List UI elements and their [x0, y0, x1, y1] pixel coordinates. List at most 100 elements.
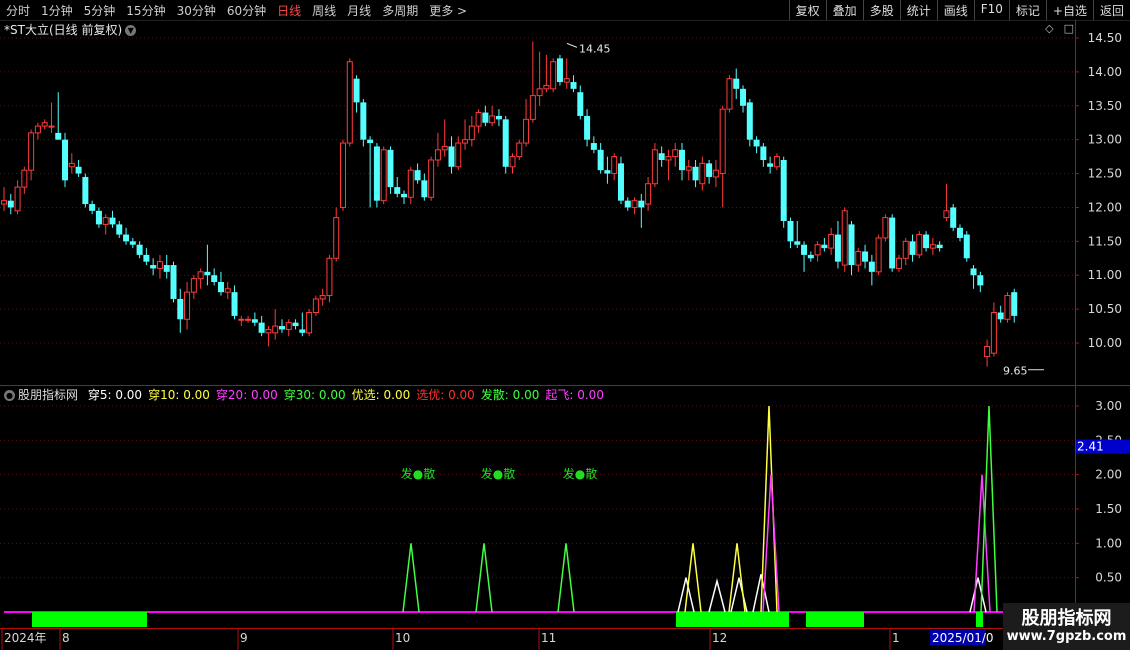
- chart-canvas[interactable]: 14.5014.0013.5013.0012.5012.0011.5011.00…: [0, 0, 1130, 650]
- candle-body-up: [28, 132, 35, 171]
- price-tick-label: 13.00: [1088, 133, 1122, 147]
- candle-body-up: [312, 298, 319, 314]
- candle-body-down: [760, 146, 767, 160]
- candle-body-down: [75, 166, 82, 174]
- candle-body-up: [651, 149, 658, 185]
- candle-body-down: [584, 115, 591, 140]
- chevron-down-icon[interactable]: ▼: [125, 25, 137, 36]
- candle-body-up: [455, 142, 462, 168]
- candle-body-up: [102, 217, 109, 225]
- indicator-menu-icon[interactable]: ●: [4, 390, 15, 401]
- candle-body-up: [272, 325, 279, 334]
- cursor-date-label: 2025/01/0: [932, 631, 994, 645]
- candle-body-down: [753, 139, 760, 147]
- candle-body-down: [977, 275, 984, 286]
- price-tick-label: 10.50: [1088, 302, 1122, 316]
- candle-body-down: [638, 200, 645, 208]
- watermark-title: 股朋指标网: [1021, 608, 1112, 629]
- candle-body-up: [34, 125, 41, 134]
- candle-body-up: [285, 322, 292, 330]
- candle-body-down: [367, 139, 374, 144]
- candle-body-up: [943, 210, 950, 219]
- candle-body-down: [7, 200, 14, 208]
- candle-body-down: [211, 275, 218, 282]
- candle-body-up: [156, 261, 163, 269]
- indicator-tick-label: 0.50: [1095, 571, 1122, 585]
- candle-body-down: [706, 163, 713, 177]
- signal-bar: [806, 612, 864, 627]
- indicator-value-3: 穿30: 0.00: [283, 388, 346, 402]
- candle-body-up: [1, 200, 7, 205]
- panel-controls: ◇ □: [1035, 22, 1074, 35]
- candle-body-up: [984, 345, 991, 358]
- candle-body-down: [150, 265, 157, 269]
- indicator-tick-label: 3.00: [1095, 399, 1122, 413]
- candle-body-down: [387, 149, 394, 188]
- candle-body-up: [529, 95, 536, 120]
- candle-body-up: [509, 156, 516, 168]
- divergence-label: 发●散: [481, 466, 515, 481]
- indicator-tick-label: 1.50: [1095, 502, 1122, 516]
- candle-body-down: [889, 217, 896, 269]
- candle-body-up: [468, 125, 475, 141]
- candle-body-down: [123, 234, 130, 242]
- candle-body-down: [794, 241, 801, 245]
- candle-body-up: [841, 210, 848, 266]
- candle-body-up: [645, 183, 652, 205]
- candle-body-up: [665, 156, 672, 161]
- stock-title[interactable]: *ST大立(日线 前复权) ▼: [4, 21, 137, 38]
- diamond-icon[interactable]: ◇: [1045, 22, 1053, 35]
- candle-body-up: [726, 78, 733, 110]
- signal-bar: [32, 612, 147, 627]
- candle-body-up: [536, 88, 543, 97]
- candle-body-down: [495, 115, 502, 120]
- candle-body-down: [401, 193, 408, 198]
- high-pointer: [566, 42, 578, 48]
- candle-body-down: [787, 221, 794, 242]
- high-price-label: 14.45: [579, 42, 611, 55]
- candle-body-down: [109, 217, 116, 225]
- indicator-value-5: 选优: 0.00: [416, 388, 475, 402]
- candle-body-up: [563, 78, 570, 83]
- indicator-value-2: 穿20: 0.00: [215, 388, 278, 402]
- candle-body-down: [821, 244, 828, 249]
- candle-body-down: [204, 271, 211, 276]
- price-tick-label: 12.00: [1088, 200, 1122, 214]
- candle-body-down: [624, 200, 631, 208]
- candle-body-up: [875, 237, 882, 273]
- candle-body-down: [604, 170, 611, 174]
- candle-body-down: [597, 149, 604, 171]
- candle-body-up: [699, 162, 706, 185]
- current-value-label: 2.41: [1077, 440, 1104, 454]
- candle-body-down: [1011, 292, 1018, 316]
- candle-body-down: [170, 265, 177, 299]
- candle-body-down: [292, 322, 299, 327]
- indicator-peak: [969, 577, 987, 613]
- candle-body-down: [740, 88, 747, 106]
- candle-body-down: [217, 282, 224, 293]
- candle-body-down: [679, 149, 685, 171]
- candle-body-up: [712, 169, 719, 178]
- candle-body-down: [62, 139, 69, 181]
- date-label: 10: [395, 631, 410, 645]
- candle-body-down: [136, 244, 143, 255]
- candle-body-up: [197, 271, 204, 280]
- candle-body-down: [692, 166, 699, 181]
- date-label: 2024年: [4, 631, 47, 645]
- indicator-value-4: 优选: 0.00: [351, 388, 411, 402]
- candle-body-up: [489, 115, 496, 124]
- candle-body-up: [631, 200, 638, 208]
- price-tick-label: 14.00: [1088, 65, 1122, 79]
- candle-body-up: [184, 291, 191, 320]
- candle-body-down: [950, 207, 957, 228]
- candle-body-up: [1004, 295, 1011, 320]
- candle-body-up: [245, 318, 252, 321]
- candle-body-up: [224, 288, 231, 293]
- candle-body-down: [299, 329, 306, 333]
- candle-body-up: [719, 108, 726, 175]
- candle-body-down: [360, 102, 367, 140]
- indicator-name[interactable]: 股朋指标网: [18, 388, 78, 402]
- candle-body-down: [909, 241, 916, 255]
- square-icon[interactable]: □: [1064, 22, 1074, 35]
- candle-body-down: [923, 234, 930, 249]
